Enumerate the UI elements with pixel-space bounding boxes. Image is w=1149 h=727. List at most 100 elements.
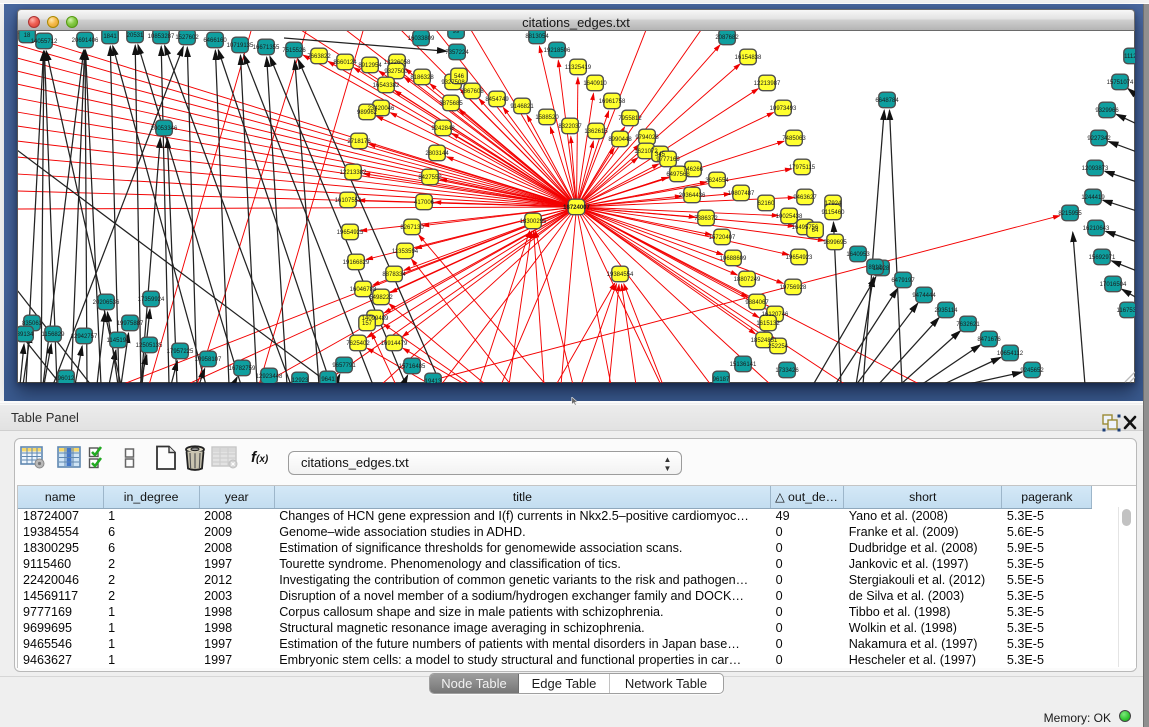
- svg-text:8813054: 8813054: [525, 34, 549, 40]
- svg-text:96012: 96012: [58, 376, 75, 382]
- svg-text:1733426: 1733426: [775, 368, 799, 374]
- svg-text:12923448: 12923448: [256, 374, 283, 380]
- svg-text:8186328: 8186328: [410, 75, 434, 81]
- svg-text:20531: 20531: [127, 33, 144, 39]
- svg-text:16961758: 16961758: [599, 99, 626, 105]
- svg-text:15720407: 15720407: [709, 235, 736, 241]
- svg-text:19384554: 19384554: [607, 272, 634, 278]
- svg-text:6479197: 6479197: [891, 278, 915, 284]
- svg-text:19654923: 19654923: [786, 255, 813, 261]
- svg-text:14055712: 14055712: [31, 39, 58, 45]
- svg-text:1156829: 1156829: [42, 332, 66, 338]
- svg-text:10958107: 10958107: [195, 357, 222, 363]
- svg-text:11123: 11123: [1124, 54, 1135, 60]
- svg-text:2087682: 2087682: [715, 35, 739, 41]
- svg-text:8912: 8912: [868, 265, 882, 271]
- svg-text:5498222: 5498222: [369, 295, 393, 301]
- svg-text:9115460: 9115460: [822, 210, 846, 216]
- svg-text:9146821: 9146821: [510, 104, 534, 110]
- svg-text:9327500: 9327500: [384, 69, 408, 75]
- svg-text:39134: 39134: [18, 332, 34, 338]
- svg-text:16154838: 16154838: [735, 55, 762, 61]
- svg-text:17359924: 17359924: [138, 297, 165, 303]
- svg-text:7625402: 7625402: [346, 341, 370, 347]
- svg-text:6648784: 6648784: [875, 98, 899, 104]
- svg-text:9227342: 9227342: [1087, 136, 1111, 142]
- svg-text:18807249: 18807249: [734, 277, 761, 283]
- svg-text:11325419: 11325419: [565, 65, 592, 71]
- svg-text:3624554: 3624554: [705, 178, 729, 184]
- svg-text:6466160: 6466160: [203, 38, 227, 44]
- svg-text:2935114: 2935114: [935, 308, 959, 314]
- svg-text:11353594: 11353594: [392, 249, 419, 255]
- svg-text:17975115: 17975115: [789, 165, 816, 171]
- svg-text:1244419: 1244419: [1081, 195, 1105, 201]
- svg-text:16107553: 16107553: [335, 198, 362, 204]
- svg-text:7515526: 7515526: [282, 48, 306, 54]
- svg-text:1167533: 1167533: [1117, 308, 1135, 314]
- svg-text:20206536: 20206536: [93, 300, 120, 306]
- svg-text:16120746: 16120746: [762, 312, 789, 318]
- svg-text:7386372: 7386372: [694, 216, 718, 222]
- svg-text:16033809: 16033809: [408, 36, 435, 42]
- svg-text:8215955: 8215955: [1058, 211, 1082, 217]
- svg-text:12505135: 12505135: [136, 343, 163, 349]
- svg-text:9899695: 9899695: [823, 240, 847, 246]
- svg-text:19975887: 19975887: [117, 321, 144, 327]
- svg-text:16046788: 16046788: [350, 287, 377, 293]
- svg-text:10973493: 10973493: [770, 106, 797, 112]
- svg-text:12213987: 12213987: [754, 81, 781, 87]
- svg-text:8660124: 8660124: [333, 60, 357, 66]
- svg-text:8471676: 8471676: [977, 337, 1001, 343]
- svg-text:1527602: 1527602: [175, 35, 199, 41]
- svg-text:9242848: 9242848: [431, 126, 455, 132]
- svg-text:18724007: 18724007: [563, 205, 590, 211]
- svg-text:1640910: 1640910: [583, 81, 607, 87]
- svg-text:19654925: 19654925: [337, 230, 364, 236]
- svg-text:8427552: 8427552: [418, 175, 442, 181]
- svg-text:15751074: 15751074: [1107, 80, 1134, 86]
- svg-text:10853287: 10853287: [148, 34, 175, 40]
- svg-text:9657791: 9657791: [332, 363, 356, 369]
- svg-text:7955812: 7955812: [618, 116, 642, 122]
- svg-text:835061: 835061: [22, 321, 43, 327]
- svg-text:12093873: 12093873: [1082, 166, 1109, 172]
- svg-text:16210643: 16210643: [1083, 226, 1110, 232]
- svg-text:64: 64: [812, 228, 819, 234]
- svg-text:19413: 19413: [425, 379, 442, 383]
- svg-text:1362615: 1362615: [584, 129, 608, 135]
- svg-text:10688609: 10688609: [720, 256, 747, 262]
- svg-text:16671355: 16671355: [253, 45, 280, 51]
- svg-text:10025438: 10025438: [776, 214, 803, 220]
- svg-text:9329966: 9329966: [1095, 108, 1119, 114]
- svg-text:1145194: 1145194: [107, 338, 131, 344]
- svg-text:9641: 9641: [321, 377, 335, 383]
- svg-text:1841: 1841: [103, 34, 117, 40]
- svg-text:20364436: 20364436: [679, 193, 706, 199]
- svg-text:15692971: 15692971: [1089, 255, 1116, 261]
- svg-text:15716485: 15716485: [399, 364, 426, 370]
- svg-text:17924: 17924: [825, 201, 842, 207]
- svg-text:16914479: 16914479: [381, 341, 408, 347]
- svg-text:99: 99: [453, 31, 460, 35]
- svg-text:7632621: 7632621: [956, 322, 980, 328]
- svg-text:157: 157: [362, 321, 373, 327]
- svg-text:10654112: 10654112: [997, 351, 1024, 357]
- svg-text:19756928: 19756928: [780, 285, 807, 291]
- svg-text:19166829: 19166829: [343, 260, 370, 266]
- svg-text:9463627: 9463627: [793, 195, 817, 201]
- svg-text:2803144: 2803144: [425, 151, 449, 157]
- svg-text:9474444: 9474444: [912, 293, 936, 299]
- svg-text:17016504: 17016504: [1100, 282, 1127, 288]
- svg-text:3875685: 3875685: [439, 101, 463, 107]
- svg-text:8454749: 8454749: [485, 97, 509, 103]
- svg-text:13226058: 13226058: [384, 60, 411, 66]
- svg-text:15136141: 15136141: [730, 362, 757, 368]
- svg-text:7485063: 7485063: [782, 136, 806, 142]
- svg-text:9245652: 9245652: [1020, 368, 1044, 374]
- svg-text:989962: 989962: [357, 110, 378, 116]
- svg-text:10807487: 10807487: [728, 191, 755, 197]
- svg-text:546: 546: [454, 74, 465, 80]
- svg-text:1588520: 1588520: [535, 115, 559, 121]
- svg-text:9884067: 9884067: [745, 300, 769, 306]
